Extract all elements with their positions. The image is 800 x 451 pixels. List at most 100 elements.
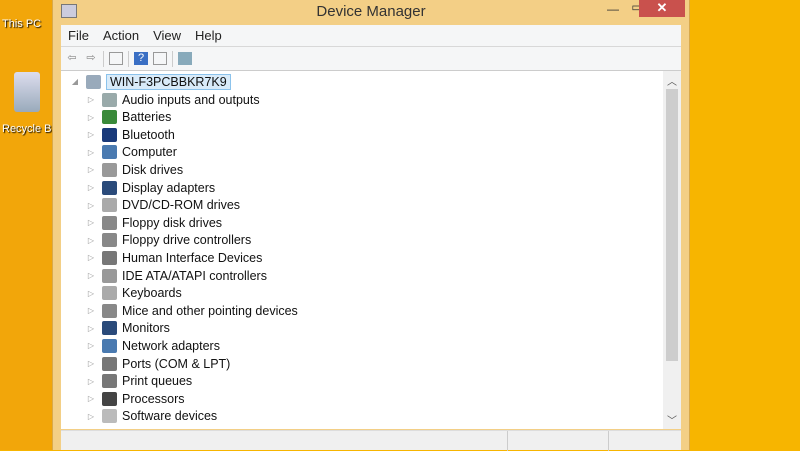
tree-item[interactable]: ▷ Audio inputs and outputs [85,91,260,108]
expand-arrow-icon[interactable]: ▷ [85,412,97,421]
menu-action[interactable]: Action [96,28,146,43]
window-title: Device Manager [316,3,426,20]
tree-item[interactable]: ▷ Monitors [85,320,170,337]
device-tree: ◢ WIN-F3PCBBKR7K9 ▷ Audio inputs and outp… [61,71,681,429]
tree-item[interactable]: ▷ Display adapters [85,179,215,196]
tree-item[interactable]: ▷ Batteries [85,109,171,126]
menu-bar: File Action View Help [61,25,681,47]
expand-arrow-icon[interactable]: ▷ [85,306,97,315]
tree-item[interactable]: ▷ IDE ATA/ATAPI controllers [85,267,267,284]
status-divider [608,431,609,451]
expand-arrow-icon[interactable]: ▷ [85,394,97,403]
tree-item-label: Mice and other pointing devices [122,303,298,318]
tree-item-label: Floppy drive controllers [122,233,252,248]
tree-item[interactable]: ▷ DVD/CD-ROM drives [85,197,240,214]
close-button[interactable]: ✕ [639,0,685,17]
tree-item-label: Bluetooth [122,127,175,142]
toolbar-separator [172,50,173,67]
device-category-icon [102,145,117,160]
tree-item[interactable]: ▷ Floppy disk drives [85,214,222,231]
scroll-down-icon[interactable]: ﹀ [663,412,681,427]
status-bar [61,430,681,451]
tree-item[interactable]: ▷ Bluetooth [85,126,175,143]
expand-arrow-icon[interactable]: ▷ [85,113,97,122]
tree-item-label: Batteries [122,110,172,125]
expand-arrow-icon[interactable]: ▷ [85,324,97,333]
device-category-icon [102,250,117,265]
tree-item-label: Human Interface Devices [122,250,263,265]
device-category-icon [102,233,117,248]
tree-item-label: Audio inputs and outputs [122,92,260,107]
expand-arrow-icon[interactable]: ▷ [85,201,97,210]
tree-item[interactable]: ▷ Human Interface Devices [85,249,262,266]
expand-arrow-icon[interactable]: ▷ [85,236,97,245]
expand-arrow-icon[interactable]: ▷ [85,289,97,298]
expand-arrow-icon[interactable]: ▷ [85,253,97,262]
scan-icon[interactable] [178,52,192,65]
properties-icon[interactable] [109,52,123,65]
help-icon[interactable]: ? [134,52,148,65]
tree-item[interactable]: ▷ Ports (COM & LPT) [85,355,230,372]
device-category-icon [102,338,117,353]
expand-arrow-icon[interactable]: ▷ [85,130,97,139]
device-manager-window: Device Manager — ▭ ✕ File Action View He… [52,0,690,451]
tree-item[interactable]: ▷ Computer [85,144,177,161]
device-category-icon [102,215,117,230]
device-category-icon [102,391,117,406]
menu-view[interactable]: View [146,28,188,43]
tree-item[interactable]: ▷ Floppy drive controllers [85,232,251,249]
device-category-icon [102,268,117,283]
tree-item[interactable]: ▷ Software devices [85,408,217,425]
scroll-up-icon[interactable]: ︿ [663,73,681,88]
menu-file[interactable]: File [61,28,96,43]
device-category-icon [102,92,117,107]
tree-item-label: Ports (COM & LPT) [122,356,231,371]
device-category-icon [102,127,117,142]
tree-item[interactable]: ▷ Print queues [85,373,192,390]
scrollbar-thumb[interactable] [666,89,678,361]
tree-item[interactable]: ▷ Processors [85,390,185,407]
device-category-icon [102,374,117,389]
tree-item[interactable]: ▷ Disk drives [85,161,183,178]
toolbar-separator [128,50,129,67]
device-category-icon [102,409,117,424]
tree-item[interactable]: ▷ Mice and other pointing devices [85,302,298,319]
device-category-icon [102,198,117,213]
device-category-icon [102,286,117,301]
expand-arrow-icon[interactable]: ▷ [85,341,97,350]
tree-item-label: Floppy disk drives [122,215,223,230]
device-category-icon [102,303,117,318]
forward-icon[interactable]: ⇨ [84,52,98,65]
expand-arrow-icon[interactable]: ▷ [85,271,97,280]
expand-arrow-icon[interactable]: ▷ [85,377,97,386]
view-icon[interactable] [153,52,167,65]
tree-item-label: Computer [122,145,177,160]
tree-item-label: Display adapters [122,180,216,195]
expand-arrow-icon[interactable]: ▷ [85,183,97,192]
tree-item-label: DVD/CD-ROM drives [122,198,241,213]
menu-help[interactable]: Help [188,28,229,43]
tree-item[interactable]: ▷ Network adapters [85,337,220,354]
toolbar-separator [103,50,104,67]
collapse-arrow-icon[interactable]: ◢ [69,77,81,86]
desktop-icon-this-pc[interactable]: This PC [2,18,41,30]
expand-arrow-icon[interactable]: ▷ [85,95,97,104]
toolbar: ⇦ ⇨ ? [61,47,681,71]
tree-item[interactable]: ▷ Keyboards [85,285,182,302]
title-bar[interactable]: Device Manager — ▭ ✕ [53,0,689,25]
expand-arrow-icon[interactable]: ▷ [85,165,97,174]
recycle-bin-icon[interactable] [14,72,40,112]
device-category-icon [102,110,117,125]
tree-item-label: Disk drives [122,162,184,177]
tree-root-label: WIN-F3PCBBKR7K9 [106,73,231,90]
device-category-icon [102,162,117,177]
tree-item-label: Software devices [122,409,218,424]
expand-arrow-icon[interactable]: ▷ [85,359,97,368]
expand-arrow-icon[interactable]: ▷ [85,218,97,227]
device-category-icon [102,356,117,371]
back-icon[interactable]: ⇦ [65,52,79,65]
expand-arrow-icon[interactable]: ▷ [85,148,97,157]
tree-root[interactable]: ◢ WIN-F3PCBBKR7K9 [69,73,231,90]
tree-item-label: Keyboards [122,286,182,301]
vertical-scrollbar[interactable]: ︿ ﹀ [663,71,681,429]
